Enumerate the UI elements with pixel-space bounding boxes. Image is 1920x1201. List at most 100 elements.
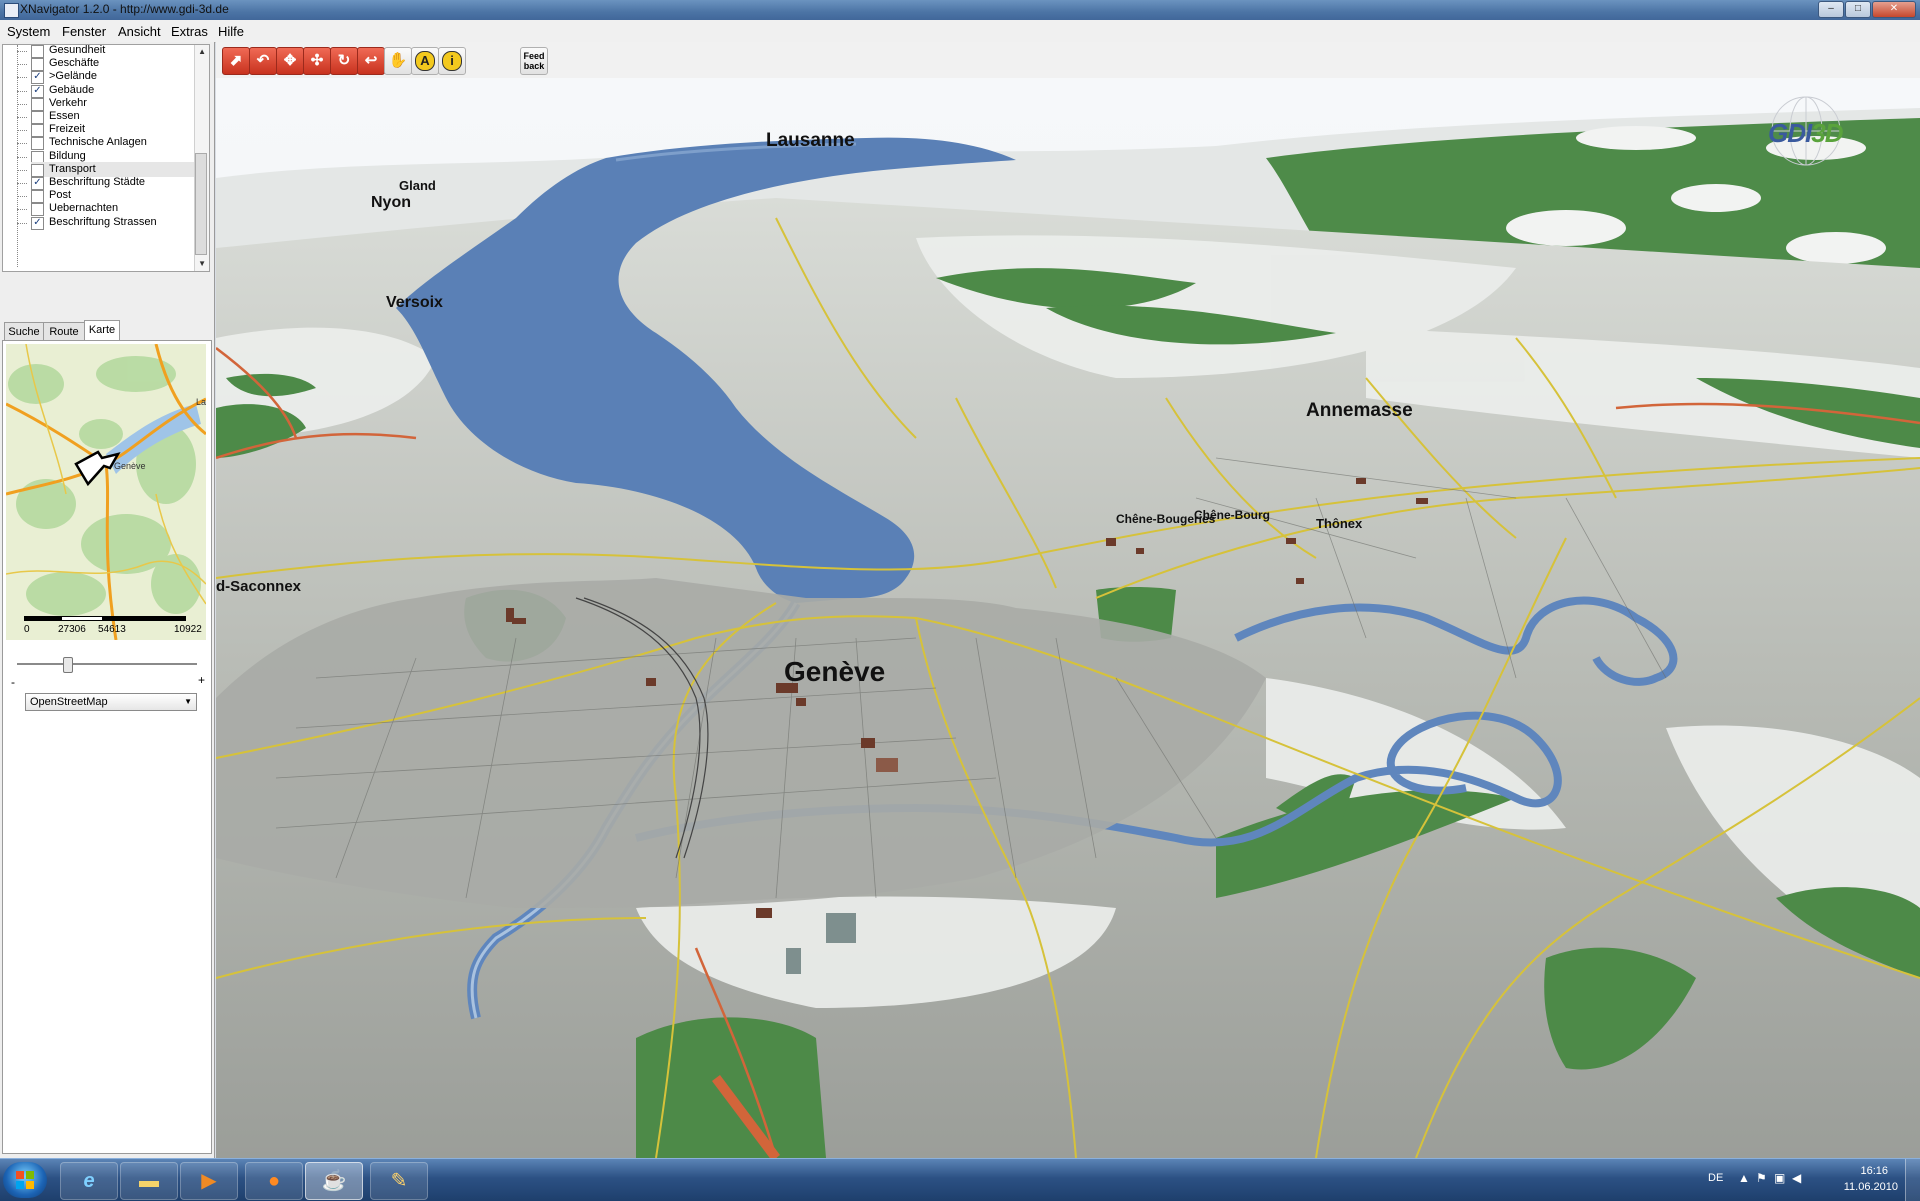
taskbar-java-button[interactable]: ☕ — [305, 1162, 363, 1200]
scroll-thumb[interactable] — [195, 153, 207, 255]
clock-time[interactable]: 16:16 — [1860, 1165, 1888, 1177]
taskbar-explorer-button[interactable]: ▬ — [120, 1162, 178, 1200]
zoom-minus-label: - — [11, 675, 15, 689]
layer-label: Gesundheit — [49, 44, 106, 56]
show-desktop-button[interactable] — [1905, 1159, 1920, 1201]
undo-view-button[interactable]: ↩ — [357, 47, 385, 75]
taskbar: e ▬ ▶ ● ☕ ✎ DE ▲ ⚑ ▣ ◀ 16:16 11.06.2010 — [0, 1158, 1920, 1201]
zoom-slider-thumb[interactable] — [63, 657, 73, 673]
layer-label: Essen — [49, 110, 80, 122]
tab-karte[interactable]: Karte — [84, 320, 120, 342]
gdi3d-logo-3d: 3D — [1811, 118, 1843, 148]
layer-checkbox[interactable]: ✓ — [31, 216, 44, 230]
undo-view-icon: ↩ — [364, 52, 378, 69]
volume-icon[interactable]: ◀ — [1792, 1171, 1801, 1185]
scroll-up-icon[interactable]: ▲ — [198, 47, 206, 56]
tree-connector — [17, 103, 27, 105]
layer-label: Geschäfte — [49, 57, 100, 70]
label-thonex: Thônex — [1316, 516, 1363, 531]
paint-icon: ✎ — [390, 1170, 408, 1192]
tree-connector — [17, 169, 27, 171]
rotate-view-button[interactable]: ⬈ — [222, 47, 250, 75]
hand-drag-icon: ✋ — [388, 52, 408, 69]
annotation-button[interactable]: A — [411, 47, 439, 75]
layer-label: >Gelände — [49, 70, 98, 83]
menu-hilfe[interactable]: Hilfe — [218, 24, 244, 39]
label-versoix: Versoix — [386, 294, 443, 311]
zoom-plus-label: + — [198, 673, 206, 687]
label-geneve: Genève — [784, 656, 886, 687]
overview-map-graphic — [6, 344, 206, 640]
scale-label-3: 10922 — [174, 624, 202, 635]
menu-fenster[interactable]: Fenster — [62, 24, 106, 39]
scale-label-1: 27306 — [58, 624, 86, 635]
chevron-down-icon: ▼ — [184, 697, 192, 706]
menu-system[interactable]: System — [7, 24, 50, 39]
minimize-button[interactable]: – — [1818, 1, 1844, 18]
system-tray: DE ▲ ⚑ ▣ ◀ 16:16 11.06.2010 — [1680, 1159, 1920, 1201]
tree-connector — [17, 143, 27, 145]
menu-ansicht[interactable]: Ansicht — [118, 24, 161, 39]
layer-label: Transport — [49, 162, 96, 175]
windows-logo-icon — [16, 1171, 34, 1189]
menu-extras[interactable]: Extras — [171, 24, 208, 39]
orbit-button[interactable]: ↻ — [330, 47, 358, 75]
info-icon: i — [442, 51, 462, 71]
firefox-icon: ● — [267, 1170, 281, 1192]
taskbar-media-button[interactable]: ▶ — [180, 1162, 238, 1200]
tab-route[interactable]: Route — [43, 322, 85, 341]
start-button[interactable] — [3, 1162, 47, 1198]
tree-connector — [17, 209, 27, 211]
tree-connector — [17, 222, 27, 224]
gdi3d-logo: GDI3D — [1761, 96, 1851, 166]
layer-label: Gebäude — [49, 83, 95, 96]
tree-connector — [17, 183, 27, 184]
map-source-value: OpenStreetMap — [30, 696, 108, 708]
title-bar[interactable]: XNavigator 1.2.0 - http://www.gdi-3d.de … — [0, 0, 1920, 20]
left-panel: Gesundheit Geschäfte ✓ >Gelände ✓ Gebäude Verk… — [0, 42, 215, 1158]
close-button[interactable]: ✕ — [1872, 1, 1916, 18]
tree-connector — [17, 51, 27, 52]
maximize-button[interactable]: □ — [1845, 1, 1871, 18]
label-nyon: Nyon — [371, 194, 411, 211]
scale-bar — [24, 616, 186, 621]
show-hidden-icons-icon[interactable]: ▲ — [1738, 1171, 1750, 1185]
taskbar-firefox-button[interactable]: ● — [245, 1162, 303, 1200]
layer-label: Uebernachten — [49, 202, 119, 215]
taskbar-ie-button[interactable]: e — [60, 1162, 118, 1200]
tilt-view-button[interactable]: ↶ — [249, 47, 277, 75]
language-indicator[interactable]: DE — [1708, 1172, 1723, 1184]
map-source-select[interactable]: OpenStreetMap ▼ — [25, 693, 197, 711]
tree-connector — [17, 64, 27, 66]
clock-date[interactable]: 11.06.2010 — [1844, 1181, 1898, 1193]
tree-connector — [17, 90, 27, 92]
flag-icon[interactable]: ⚑ — [1756, 1171, 1767, 1185]
hand-drag-button[interactable]: ✋ — [384, 47, 412, 75]
taskbar-paint-button[interactable]: ✎ — [370, 1162, 428, 1200]
info-button[interactable]: i — [438, 47, 466, 75]
layer-label: Technische Anlagen — [49, 136, 147, 149]
tab-suche[interactable]: Suche — [4, 322, 44, 341]
rotate-view-icon: ⬈ — [229, 52, 243, 69]
label-saconnex: d-Saconnex — [216, 578, 302, 595]
feedback-button[interactable]: Feed back — [520, 47, 548, 75]
layer-item[interactable]: ✓ Beschriftung Strassen — [31, 215, 196, 230]
scroll-down-icon[interactable]: ▼ — [198, 259, 206, 268]
network-icon[interactable]: ▣ — [1774, 1171, 1785, 1185]
tree-connector — [17, 130, 27, 132]
move-up-down-button[interactable]: ✥ — [276, 47, 304, 75]
terrain-scene — [216, 78, 1920, 1158]
minimap-edge-label: La — [196, 397, 206, 407]
tree-scrollbar[interactable]: ▲ ▼ — [194, 45, 209, 271]
karte-panel: Genève La 0 27306 54613 10922 - + OpenSt… — [2, 340, 212, 1154]
zoom-slider[interactable] — [9, 657, 205, 673]
tree-connector — [17, 196, 27, 198]
layer-label: Verkehr — [49, 96, 87, 109]
java-icon: ☕ — [321, 1170, 347, 1192]
pan-button[interactable]: ✣ — [303, 47, 331, 75]
folder-icon: ▬ — [139, 1170, 159, 1192]
pan-icon: ✣ — [310, 52, 324, 69]
move-up-down-icon: ✥ — [283, 52, 297, 69]
overview-map[interactable]: Genève La — [6, 344, 206, 640]
3d-viewport[interactable]: Lausanne Gland Nyon Versoix Annemasse Ch… — [216, 78, 1920, 1158]
